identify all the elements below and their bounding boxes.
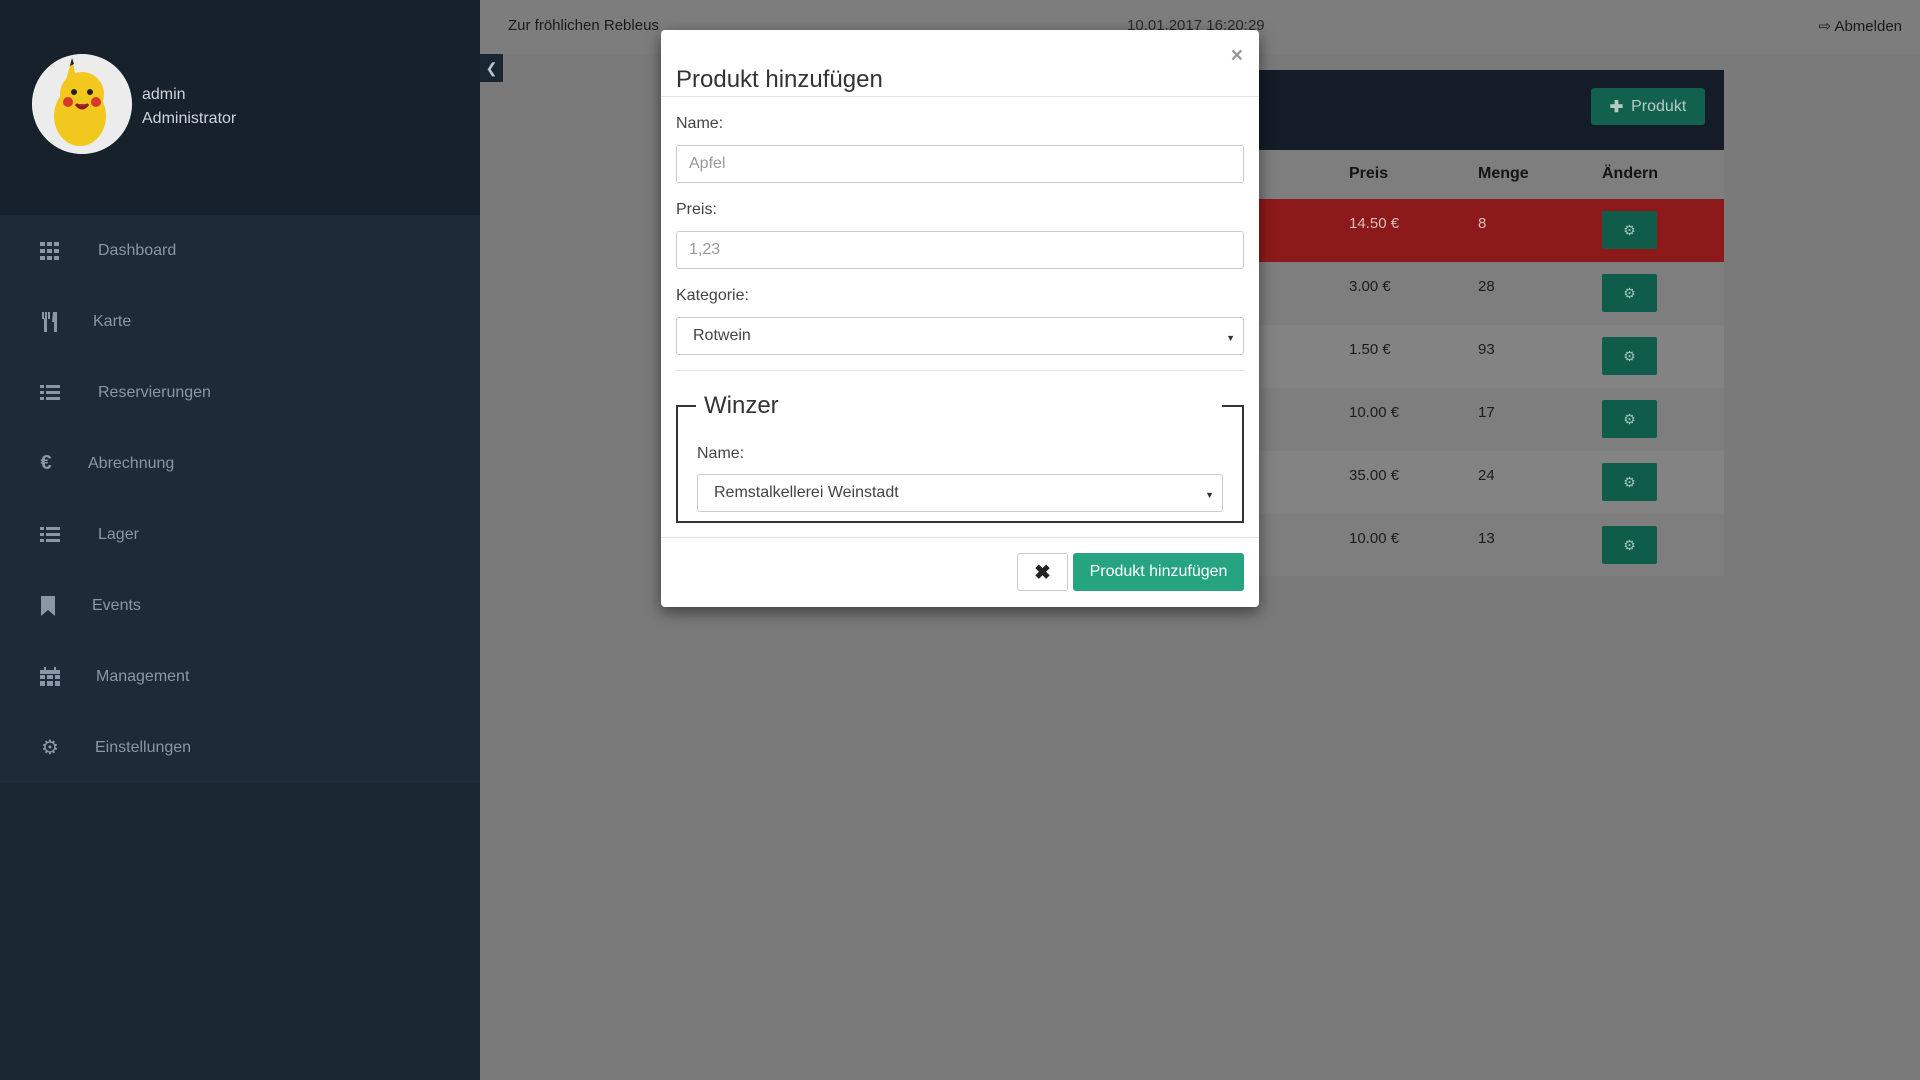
chevron-left-icon: ❮: [485, 59, 498, 76]
list-icon: [38, 523, 62, 547]
sidebar-item-label: Events: [92, 596, 141, 614]
gear-icon: ⚙: [41, 737, 59, 759]
user-role: Administrator: [142, 110, 237, 127]
close-icon[interactable]: ×: [1231, 44, 1243, 68]
price-cell: 10.00 €: [1349, 530, 1400, 547]
sidebar-toggle-button[interactable]: ❮: [480, 54, 503, 82]
column-header-aendern: Ändern: [1602, 165, 1658, 182]
column-header-menge: Menge: [1478, 165, 1529, 182]
edit-button[interactable]: ⚙: [1602, 463, 1657, 501]
euro-icon: €: [40, 452, 52, 474]
sidebar-item-events[interactable]: Events: [0, 570, 480, 641]
sidebar-item-karte[interactable]: Karte: [0, 286, 480, 357]
quantity-cell: 8: [1478, 215, 1487, 232]
divider: [676, 370, 1244, 371]
quantity-cell: 24: [1478, 467, 1495, 484]
price-cell: 1.50 €: [1349, 341, 1391, 358]
quantity-cell: 13: [1478, 530, 1495, 547]
gear-icon: ⚙: [1623, 536, 1636, 553]
price-cell: 14.50 €: [1349, 215, 1400, 232]
chevron-down-icon: ▼: [1226, 333, 1235, 343]
sidebar-item-management[interactable]: Management: [0, 641, 480, 712]
winzer-select[interactable]: Remstalkellerei Weinstadt ▼: [697, 474, 1223, 512]
product-price-input[interactable]: [676, 231, 1244, 269]
sidebar-item-label: Abrechnung: [88, 454, 175, 472]
cutlery-icon: [38, 310, 62, 334]
logout-icon: ⇨: [1818, 18, 1832, 35]
quantity-cell: 17: [1478, 404, 1495, 421]
sidebar-item-label: Karte: [93, 312, 132, 330]
logout-button[interactable]: ⇨ Abmelden: [1819, 17, 1902, 35]
gear-icon: ⚙: [1623, 473, 1636, 490]
sidebar-item-label: Einstellungen: [95, 738, 192, 756]
category-value: Rotwein: [693, 327, 751, 344]
gear-icon: ⚙: [1623, 221, 1636, 238]
close-icon: ✖: [1034, 561, 1051, 584]
profile-section: admin Administrator: [0, 0, 480, 215]
divider: [661, 537, 1259, 538]
plus-icon: ✚: [1609, 98, 1624, 116]
winzer-name-label: Name:: [697, 445, 745, 462]
chevron-down-icon: ▼: [1205, 490, 1214, 500]
submit-button[interactable]: Produkt hinzufügen: [1073, 553, 1244, 591]
product-name-input[interactable]: [676, 145, 1244, 183]
edit-button[interactable]: ⚙: [1602, 337, 1657, 375]
bookmark-icon: [36, 594, 60, 618]
calendar-icon: [38, 665, 62, 689]
gear-icon: ⚙: [1623, 410, 1636, 427]
quantity-cell: 28: [1478, 278, 1495, 295]
grid-icon: [38, 239, 62, 263]
sidebar-item-label: Lager: [98, 525, 139, 543]
modal-title: Produkt hinzufügen: [676, 66, 883, 93]
add-product-modal: Produkt hinzufügen × Name: Preis: Katego…: [661, 30, 1259, 607]
edit-button[interactable]: ⚙: [1602, 526, 1657, 564]
sidebar-item-abrechnung[interactable]: € Abrechnung: [0, 428, 480, 499]
price-cell: 3.00 €: [1349, 278, 1391, 295]
brand-title: Zur fröhlichen Rebleus: [508, 17, 659, 34]
sidebar-item-label: Dashboard: [98, 241, 177, 259]
gear-icon: ⚙: [1623, 347, 1636, 364]
sidebar-item-reservierungen[interactable]: Reservierungen: [0, 357, 480, 428]
cancel-button[interactable]: ✖: [1017, 553, 1068, 591]
sidebar-nav: Dashboard Karte Reservierungen € Abrechn…: [0, 215, 480, 783]
winzer-legend: Winzer: [704, 392, 779, 420]
list-icon: [38, 381, 62, 405]
quantity-cell: 93: [1478, 341, 1495, 358]
user-name: admin: [142, 86, 186, 103]
category-select[interactable]: Rotwein ▼: [676, 317, 1244, 355]
category-label: Kategorie:: [676, 287, 749, 304]
price-label: Preis:: [676, 201, 717, 218]
logout-label: Abmelden: [1834, 18, 1902, 35]
avatar: [32, 54, 132, 154]
sidebar-item-label: Management: [96, 667, 190, 685]
price-cell: 35.00 €: [1349, 467, 1400, 484]
add-product-label: Produkt: [1631, 97, 1687, 115]
column-header-preis: Preis: [1349, 165, 1389, 182]
add-product-button[interactable]: ✚ Produkt: [1591, 88, 1705, 125]
edit-button[interactable]: ⚙: [1602, 274, 1657, 312]
gear-icon: ⚙: [1623, 284, 1636, 301]
sidebar-item-lager[interactable]: Lager: [0, 499, 480, 570]
sidebar: admin Administrator Dashboard Karte Rese…: [0, 0, 480, 1080]
sidebar-item-dashboard[interactable]: Dashboard: [0, 215, 480, 286]
sidebar-item-label: Reservierungen: [98, 383, 211, 401]
divider: [661, 96, 1259, 97]
sidebar-item-einstellungen[interactable]: ⚙ Einstellungen: [0, 712, 480, 783]
name-label: Name:: [676, 115, 724, 132]
winzer-value: Remstalkellerei Weinstadt: [714, 484, 899, 501]
price-cell: 10.00 €: [1349, 404, 1400, 421]
edit-button[interactable]: ⚙: [1602, 211, 1657, 249]
edit-button[interactable]: ⚙: [1602, 400, 1657, 438]
